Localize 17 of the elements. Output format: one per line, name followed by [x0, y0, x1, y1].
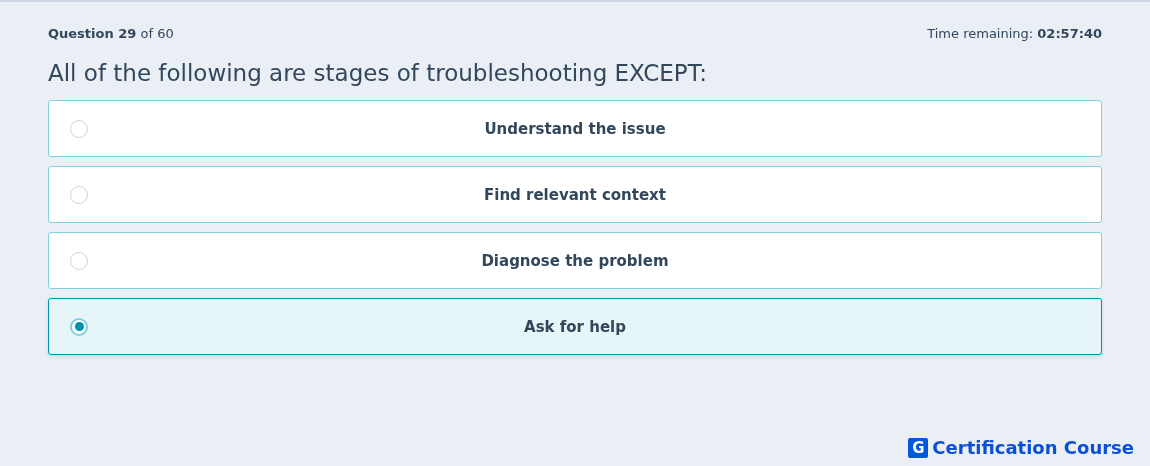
question-counter: Question 29 of 60: [48, 25, 174, 41]
option-label: Ask for help: [524, 317, 626, 336]
radio-button[interactable]: [70, 119, 88, 138]
answer-option[interactable]: Diagnose the problem: [48, 232, 1102, 289]
radio-button[interactable]: [70, 251, 88, 270]
logo-text: Certification Course: [932, 437, 1134, 458]
option-label: Diagnose the problem: [481, 251, 669, 270]
option-label: Find relevant context: [484, 185, 666, 204]
logo-mark: G: [908, 437, 929, 458]
time-remaining: Time remaining: 02:57:40: [927, 25, 1102, 41]
answer-option[interactable]: Understand the issue: [48, 100, 1102, 157]
radio-button[interactable]: [70, 185, 88, 204]
answer-option[interactable]: Find relevant context: [48, 166, 1102, 223]
radio-button[interactable]: [70, 317, 88, 336]
question-text: All of the following are stages of troubleshooting EXCEPT:: [48, 60, 708, 86]
option-label: Understand the issue: [484, 119, 666, 138]
answer-option[interactable]: Ask for help: [48, 298, 1102, 355]
